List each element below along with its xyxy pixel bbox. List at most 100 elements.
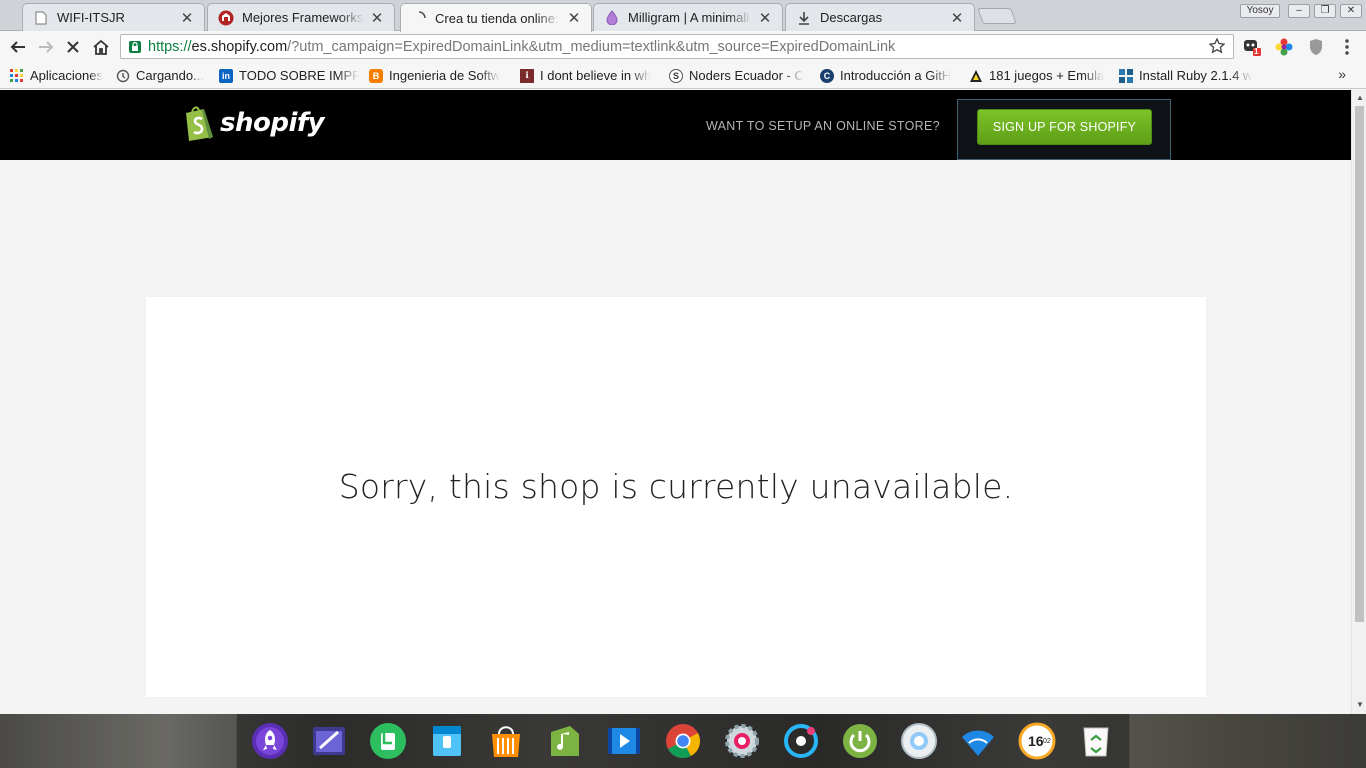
page-viewport: shopify WANT TO SETUP AN ONLINE STORE? S… — [0, 90, 1351, 714]
bookmark-label: 181 juegos + Emula — [989, 68, 1105, 83]
tab-strip: WIFI-ITSJR ✕ Mejores Frameworks C ✕ Crea… — [0, 0, 1366, 32]
clock-minutes: 02 — [1043, 738, 1051, 745]
deepin-icon[interactable] — [780, 720, 822, 762]
loading-spinner — [411, 10, 427, 26]
bookmark-label: Aplicaciones — [30, 68, 103, 83]
bookmarks-overflow-icon[interactable]: » — [1338, 66, 1346, 82]
dock: 16 02 — [236, 714, 1130, 768]
shopify-wordmark: shopify — [220, 108, 325, 138]
close-tab-icon[interactable]: ✕ — [370, 9, 384, 27]
clock-hours: 16 — [1028, 733, 1044, 749]
home-icon — [93, 39, 109, 55]
site-favicon: ℹ — [520, 68, 534, 83]
screenshot-icon[interactable] — [898, 720, 940, 762]
tab-title: Crea tu tienda online: — [435, 10, 559, 26]
history-icon — [116, 69, 130, 83]
bookmark-noders-ecuador[interactable]: S Noders Ecuador - C — [669, 67, 809, 84]
files-icon[interactable] — [426, 720, 468, 762]
bookmark-181-juegos[interactable]: 181 juegos + Emula — [969, 67, 1109, 84]
download-icon — [796, 10, 812, 26]
tab-title: Milligram | A minimali — [628, 10, 750, 25]
bookmark-label: Introducción a GitH — [840, 68, 952, 83]
url-domain: es.shopify.com — [191, 38, 288, 55]
scrollbar-thumb[interactable] — [1355, 106, 1364, 622]
shield-icon — [1310, 39, 1322, 55]
tab-mejores-frameworks[interactable]: Mejores Frameworks C ✕ — [207, 3, 395, 31]
bookmark-install-ruby[interactable]: Install Ruby 2.1.4 w — [1119, 67, 1259, 84]
bookmark-label: TODO SOBRE IMPRE — [239, 68, 359, 83]
scroll-down-arrow-icon[interactable]: ▼ — [1356, 700, 1364, 709]
close-tab-icon[interactable]: ✕ — [950, 9, 964, 27]
shopify-logo[interactable]: shopify — [182, 104, 325, 142]
tab-shopify-active[interactable]: Crea tu tienda online: ✕ — [400, 3, 592, 32]
apps-grid-icon — [10, 68, 24, 83]
url-scheme: https:// — [148, 38, 192, 55]
stop-loading-button[interactable] — [63, 37, 83, 57]
chrome-icon[interactable] — [662, 720, 704, 762]
bookmark-apps[interactable]: Aplicaciones — [10, 67, 110, 84]
signup-for-shopify-button[interactable]: SIGN UP FOR SHOPIFY — [977, 109, 1152, 145]
browser-toolbar: https://es.shopify.com/?utm_campaign=Exp… — [0, 31, 1366, 62]
close-tab-icon[interactable]: ✕ — [567, 9, 581, 27]
stop-icon — [67, 41, 79, 53]
color-wheel-icon — [1275, 38, 1293, 56]
bookmark-label: Ingenieria de Softw — [389, 68, 501, 83]
juegos-icon — [969, 69, 983, 83]
launcher-icon[interactable] — [249, 720, 291, 762]
address-bar[interactable]: https://es.shopify.com/?utm_campaign=Exp… — [120, 34, 1234, 59]
tab-descargas[interactable]: Descargas ✕ — [785, 3, 975, 31]
more-vertical-icon — [1345, 39, 1349, 55]
bookmark-todo-sobre-impre[interactable]: in TODO SOBRE IMPRE — [219, 67, 359, 84]
scroll-up-arrow-icon[interactable]: ▲ — [1356, 93, 1364, 102]
tab-title: Mejores Frameworks C — [242, 10, 364, 25]
extension-shield[interactable] — [1307, 38, 1325, 56]
extension-color[interactable] — [1275, 38, 1293, 56]
codigo-facilito-icon: C — [820, 68, 834, 83]
back-button[interactable] — [8, 37, 28, 57]
close-window-button[interactable]: ✕ — [1340, 4, 1362, 18]
trash-icon[interactable] — [1075, 720, 1117, 762]
desktop-background: 16 02 — [0, 714, 1366, 768]
tab-wifi-itsjr[interactable]: WIFI-ITSJR ✕ — [22, 3, 205, 31]
store-icon[interactable] — [485, 720, 527, 762]
text-editor-icon[interactable] — [308, 720, 350, 762]
power-icon[interactable] — [839, 720, 881, 762]
bookmark-introduccion-github[interactable]: C Introducción a GitH — [820, 67, 960, 84]
maximize-button[interactable]: ❐ — [1314, 4, 1336, 18]
tab-title: Descargas — [820, 10, 883, 25]
bookmark-star-icon[interactable] — [1209, 38, 1225, 54]
bookmark-i-dont-believe[interactable]: ℹ I dont believe in wh — [520, 67, 658, 84]
frameworks-favicon — [218, 10, 234, 26]
bookmark-ingenieria-software[interactable]: B Ingenieria de Softw — [369, 67, 509, 84]
linkedin-icon: in — [219, 68, 233, 83]
milligram-favicon — [604, 10, 620, 26]
noders-icon: S — [669, 68, 683, 83]
new-tab-button[interactable] — [977, 8, 1017, 24]
shopify-bag-icon — [186, 106, 213, 141]
tab-milligram[interactable]: Milligram | A minimali ✕ — [593, 3, 783, 31]
clock-icon[interactable]: 16 02 — [1016, 720, 1058, 762]
wifi-icon[interactable] — [957, 720, 999, 762]
forward-button[interactable] — [36, 37, 56, 57]
bookmark-history[interactable]: Cargando... — [116, 67, 212, 84]
close-tab-icon[interactable]: ✕ — [180, 9, 194, 27]
secure-lock-icon — [129, 40, 141, 53]
page-scrollbar[interactable]: ▲ ▼ — [1351, 90, 1366, 714]
unavailable-card: Sorry, this shop is currently unavailabl… — [146, 297, 1206, 697]
settings-icon[interactable] — [721, 720, 763, 762]
video-icon[interactable] — [603, 720, 645, 762]
evernote-icon[interactable] — [367, 720, 409, 762]
url-path: /?utm_campaign=ExpiredDomainLink&utm_med… — [287, 38, 896, 55]
bookmarks-bar: Aplicaciones Cargando... in TODO SOBRE I… — [0, 62, 1366, 89]
extension-ghostery[interactable]: 1 — [1243, 38, 1261, 56]
chrome-menu-button[interactable] — [1338, 38, 1356, 56]
profile-button[interactable]: Yosoy — [1240, 4, 1280, 18]
music-icon[interactable] — [544, 720, 586, 762]
close-tab-icon[interactable]: ✕ — [758, 9, 772, 27]
forward-arrow-icon — [39, 41, 54, 53]
minimize-button[interactable]: – — [1288, 4, 1310, 18]
home-button[interactable] — [91, 37, 111, 57]
bookmark-label: Cargando... — [136, 68, 204, 83]
page-icon — [33, 10, 49, 26]
bookmark-label: I dont believe in wh — [540, 68, 652, 83]
